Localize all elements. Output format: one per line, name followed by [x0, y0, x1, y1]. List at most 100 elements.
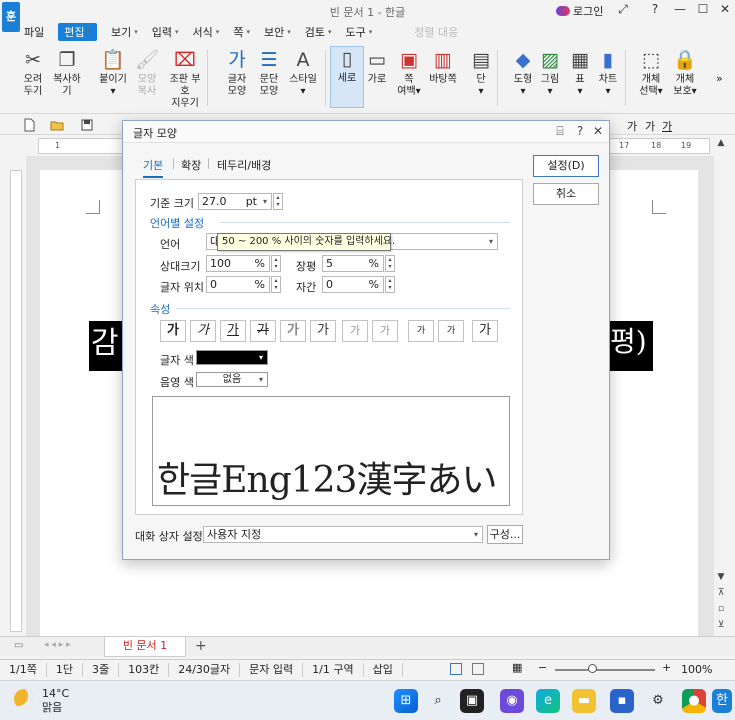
login-button[interactable]: 로그인	[556, 3, 603, 19]
rel-size-input[interactable]: 100 %	[206, 255, 270, 272]
dialog-help-icon[interactable]: ?	[573, 124, 587, 138]
hangul-taskbar-icon[interactable]: 한	[712, 689, 732, 713]
ribbon-button[interactable]: ❐ 복사하기	[50, 48, 84, 98]
menu-item[interactable]: 입력 ▾	[152, 24, 179, 40]
open-folder-icon[interactable]	[50, 118, 64, 132]
vertical-ruler[interactable]	[10, 170, 22, 632]
attr-button[interactable]: 가	[190, 320, 216, 342]
tab-list-icon[interactable]: ▭	[14, 640, 23, 651]
ribbon-button[interactable]: ⬚ 개체 선택▾	[634, 48, 668, 98]
attr-button[interactable]: 가	[160, 320, 186, 342]
status-item[interactable]: 1단	[47, 662, 83, 677]
zoom-slider[interactable]	[555, 669, 655, 671]
status-item[interactable]: 3줄	[83, 662, 120, 677]
chrome-icon[interactable]: ●	[682, 689, 706, 713]
char-pos-input[interactable]: 0 %	[206, 276, 270, 293]
base-size-unit[interactable]: pt	[246, 194, 257, 209]
ribbon-button[interactable]: ▨ 그림 ▾	[533, 48, 567, 98]
dialog-comment-icon[interactable]: ⌸	[553, 124, 567, 139]
dialog-setting-select[interactable]: 사용자 지정 ▾	[203, 526, 483, 543]
task-view-icon[interactable]: ▣	[460, 689, 484, 713]
save-icon[interactable]	[80, 118, 94, 132]
attr-button[interactable]: 가	[310, 320, 336, 342]
zoom-in-icon[interactable]: +	[662, 661, 671, 674]
menu-item[interactable]: 보안 ▾	[264, 24, 291, 40]
base-size-stepper[interactable]: ▴ ▾	[273, 193, 283, 210]
tab-basic[interactable]: 기본	[143, 157, 164, 178]
store-icon[interactable]: ▪	[610, 689, 634, 713]
zoom-view-icon[interactable]: ▦	[512, 661, 522, 674]
edge-icon[interactable]: e	[536, 689, 560, 713]
ok-button[interactable]: 설정(D)	[533, 155, 599, 177]
char-pos-stepper[interactable]: ▴ ▾	[271, 276, 281, 293]
status-item[interactable]: 삽입	[364, 662, 403, 677]
close-icon[interactable]: ✕	[717, 2, 733, 16]
settings-icon[interactable]: ⚙	[646, 689, 670, 713]
ribbon-expand-icon[interactable]: »	[716, 72, 723, 85]
vertical-scrollbar[interactable]: ▲ ▼ ⊼ ▫ ⊻	[714, 138, 728, 658]
menu-item[interactable]: 서식 ▾	[193, 24, 220, 40]
ribbon-button[interactable]: 🔒 개체 보호▾	[668, 48, 702, 98]
ribbon-button[interactable]: ▣ 쪽 여백▾	[392, 48, 426, 98]
attr-button[interactable]: 가	[472, 320, 498, 342]
ribbon-button[interactable]: ⌧ 조판 부호 지우기	[168, 48, 202, 110]
attr-button[interactable]: 가	[438, 320, 464, 342]
rel-size-stepper[interactable]: ▴ ▾	[271, 255, 281, 272]
document-text-left[interactable]: 감	[89, 321, 125, 371]
fit-page-icon[interactable]	[472, 663, 484, 675]
dialog-title-bar[interactable]: 글자 모양 ⌸ ? ✕	[123, 121, 609, 143]
ribbon-button[interactable]: ▤ 단 ▾	[464, 48, 498, 98]
add-tab-button[interactable]: +	[195, 638, 207, 654]
chat-icon[interactable]: ◉	[500, 689, 524, 713]
maximize-icon[interactable]: ☐	[695, 2, 711, 16]
start-icon[interactable]: ⊞	[394, 689, 418, 713]
spacing-stepper[interactable]: ▴ ▾	[385, 276, 395, 293]
chevron-down-icon[interactable]: ▾	[259, 373, 263, 386]
shade-color-picker[interactable]: 없음 ▾	[196, 372, 268, 387]
compose-button[interactable]: 구성...	[487, 525, 523, 544]
chevron-down-icon[interactable]: ▾	[489, 234, 493, 249]
chevron-down-icon[interactable]: ▾	[263, 194, 267, 209]
chevron-down-icon[interactable]: ▾	[259, 351, 263, 364]
menu-item[interactable]: 검토 ▾	[305, 24, 332, 40]
font-italic-sample[interactable]: 가	[645, 118, 655, 134]
font-underline-sample[interactable]: 가	[662, 118, 672, 134]
menu-item[interactable]: 파일	[24, 24, 44, 40]
view-mode-icon[interactable]	[450, 663, 462, 675]
menu-item[interactable]: 편집 ▾	[58, 23, 98, 41]
status-item[interactable]: 1/1쪽	[0, 662, 47, 677]
ribbon-button[interactable]: A 스타일 ▾	[286, 48, 320, 98]
text-color-picker[interactable]: ▾	[196, 350, 268, 365]
ribbon-button[interactable]: ▥ 바탕쪽	[426, 48, 460, 86]
weather-widget[interactable]: 14°C 맑음	[42, 687, 69, 715]
new-document-icon[interactable]	[22, 118, 36, 132]
scroll-down-icon[interactable]: ▼	[714, 572, 728, 586]
menu-item[interactable]: 도구 ▾	[345, 24, 372, 40]
scroll-up-icon[interactable]: ▲	[714, 138, 728, 152]
ribbon-button[interactable]: ✂ 오려 두기	[16, 48, 50, 98]
next-page-icon[interactable]: ⊻	[714, 620, 728, 634]
attr-button[interactable]: 가	[280, 320, 306, 342]
page-icon[interactable]: ▫	[714, 604, 728, 618]
attr-button[interactable]: 가	[220, 320, 246, 342]
attr-button[interactable]: 가	[342, 320, 368, 342]
attr-button[interactable]: 가	[408, 320, 434, 342]
menu-item[interactable]: 정렬 대응	[414, 24, 458, 40]
search-icon[interactable]: ⌕	[426, 689, 450, 713]
base-size-input[interactable]: 27.0 pt ▾	[198, 193, 272, 210]
moon-weather-icon[interactable]	[14, 689, 34, 709]
attr-button[interactable]: 가	[250, 320, 276, 342]
prev-page-icon[interactable]: ⊼	[714, 588, 728, 602]
zoom-out-icon[interactable]: −	[538, 661, 547, 674]
zoom-level[interactable]: 100%	[681, 663, 712, 676]
ribbon-button[interactable]: 🖌 모양 복사	[130, 48, 164, 98]
status-item[interactable]: 1/1 구역	[303, 662, 364, 677]
explorer-icon[interactable]: ▬	[572, 689, 596, 713]
menu-item[interactable]: 쪽 ▾	[233, 24, 250, 40]
width-stepper[interactable]: ▴ ▾	[385, 255, 395, 272]
chevron-down-icon[interactable]: ▾	[474, 527, 478, 542]
spacing-input[interactable]: 0 %	[322, 276, 384, 293]
ribbon-button[interactable]: ▭ 가로	[360, 48, 394, 86]
ribbon-button[interactable]: 📋 붙이기 ▾	[96, 48, 130, 98]
fullscreen-icon[interactable]: ⤢	[615, 2, 631, 17]
